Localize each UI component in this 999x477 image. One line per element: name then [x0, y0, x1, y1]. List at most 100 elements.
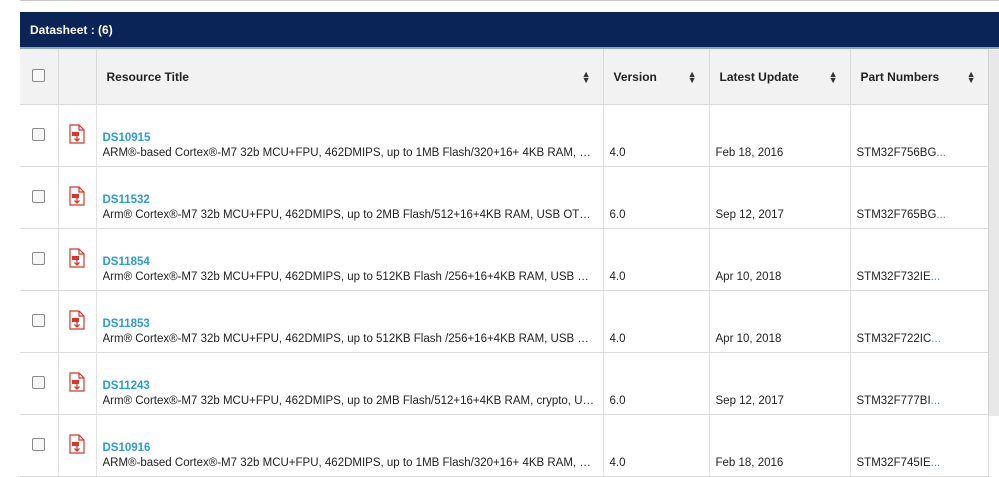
latest-update-cell: Apr 10, 2018 [709, 290, 851, 353]
resource-title-cell: DS11243 Arm® Cortex®-M7 32b MCU+FPU, 462… [96, 352, 604, 415]
sort-icon[interactable]: ▲ ▼ [582, 69, 591, 84]
resource-link[interactable]: DS10916 [103, 442, 597, 454]
part-numbers-cell: STM32F777BI... [850, 352, 989, 415]
resource-description: ARM®-based Cortex®-M7 32b MCU+FPU, 462DM… [102, 457, 597, 469]
header-resource-title[interactable]: Resource Title ▲ ▼ [96, 49, 604, 105]
table-row: DS10916 ARM®-based Cortex®-M7 32b MCU+FP… [20, 414, 989, 477]
resource-title-cell: DS10915 ARM®-based Cortex®-M7 32b MCU+FP… [96, 104, 604, 167]
header-part-numbers[interactable]: Part Numbers ▲ ▼ [850, 49, 989, 105]
resource-link[interactable]: DS11853 [103, 318, 597, 330]
part-number: STM32F722IC [856, 333, 932, 345]
row-checkbox[interactable] [32, 313, 46, 327]
vertical-scrollbar[interactable] [988, 50, 999, 416]
resource-description: Arm® Cortex®-M7 32b MCU+FPU, 462DMIPS, u… [102, 333, 597, 345]
version-cell: 4.0 [603, 228, 710, 291]
part-number: STM32F777BI [856, 395, 931, 407]
pdf-cell [58, 352, 97, 415]
icon-column-header [58, 49, 97, 105]
pdf-cell [58, 166, 97, 229]
datasheet-table: Resource Title ▲ ▼ Version ▲ ▼ Latest Upda… [20, 49, 989, 477]
table-row: DS11854 Arm® Cortex®-M7 32b MCU+FPU, 462… [20, 228, 989, 291]
part-number: STM32F765BG [856, 209, 937, 221]
latest-update-cell: Sep 12, 2017 [709, 166, 851, 229]
select-all-checkbox[interactable] [32, 68, 46, 82]
pdf-cell [58, 414, 97, 477]
more-parts-link[interactable]: ... [936, 209, 946, 221]
pdf-cell [58, 228, 97, 291]
resource-link[interactable]: DS11854 [103, 256, 597, 268]
row-checkbox[interactable] [32, 189, 46, 203]
header-resource-title-label: Resource Title [106, 69, 189, 84]
version-cell: 6.0 [603, 166, 710, 229]
part-numbers-cell: STM32F745IE... [850, 414, 989, 477]
pdf-download-icon[interactable] [69, 124, 85, 147]
datasheet-panel: Datasheet : (6) Resource Title ▲ ▼ Versio… [20, 12, 999, 477]
table-row: DS11243 Arm® Cortex®-M7 32b MCU+FPU, 462… [20, 352, 989, 415]
part-numbers-cell: STM32F732IE... [850, 228, 989, 291]
version-cell: 4.0 [603, 104, 710, 167]
header-version[interactable]: Version ▲ ▼ [603, 49, 710, 105]
resource-description: ARM®-based Cortex®-M7 32b MCU+FPU, 462DM… [102, 147, 597, 159]
row-select-cell [20, 166, 59, 229]
pdf-download-icon[interactable] [69, 372, 85, 395]
header-latest-update[interactable]: Latest Update ▲ ▼ [709, 49, 851, 105]
resource-description: Arm® Cortex®-M7 32b MCU+FPU, 462DMIPS, u… [102, 209, 597, 221]
resource-title-cell: DS10916 ARM®-based Cortex®-M7 32b MCU+FP… [96, 414, 604, 477]
resource-link[interactable]: DS10915 [103, 132, 597, 144]
latest-update-cell: Apr 10, 2018 [709, 228, 851, 291]
row-checkbox[interactable] [32, 127, 46, 141]
resource-link[interactable]: DS11243 [103, 380, 597, 392]
part-number: STM32F732IE [856, 271, 931, 283]
latest-update-cell: Sep 12, 2017 [709, 352, 851, 415]
sort-icon[interactable]: ▲ ▼ [688, 69, 697, 84]
row-select-cell [20, 414, 59, 477]
table-header-row: Resource Title ▲ ▼ Version ▲ ▼ Latest Upda… [20, 49, 989, 105]
row-checkbox[interactable] [32, 375, 46, 389]
pdf-download-icon[interactable] [69, 186, 85, 209]
version-cell: 4.0 [603, 290, 710, 353]
pdf-download-icon[interactable] [69, 310, 85, 333]
part-numbers-cell: STM32F756BG... [850, 104, 989, 167]
more-parts-link[interactable]: ... [931, 395, 941, 407]
row-checkbox[interactable] [32, 437, 46, 451]
more-parts-link[interactable]: ... [931, 333, 941, 345]
row-select-cell [20, 104, 59, 167]
panel-title: Datasheet : (6) [30, 22, 113, 37]
part-numbers-cell: STM32F765BG... [850, 166, 989, 229]
pdf-download-icon[interactable] [69, 434, 85, 457]
select-all-cell [20, 49, 59, 105]
row-select-cell [20, 290, 59, 353]
more-parts-link[interactable]: ... [931, 271, 941, 283]
header-latest-update-label: Latest Update [719, 69, 799, 84]
resource-title-cell: DS11854 Arm® Cortex®-M7 32b MCU+FPU, 462… [96, 228, 604, 291]
more-parts-link[interactable]: ... [931, 457, 941, 469]
part-numbers-cell: STM32F722IC... [850, 290, 989, 353]
header-part-numbers-label: Part Numbers [860, 69, 940, 84]
table-row: DS10915 ARM®-based Cortex®-M7 32b MCU+FP… [20, 104, 989, 167]
pdf-cell [58, 104, 97, 167]
header-version-label: Version [613, 69, 657, 84]
pdf-cell [58, 290, 97, 353]
latest-update-cell: Feb 18, 2016 [709, 414, 851, 477]
resource-title-cell: DS11853 Arm® Cortex®-M7 32b MCU+FPU, 462… [96, 290, 604, 353]
top-divider [20, 0, 999, 1]
sort-icon[interactable]: ▲ ▼ [829, 69, 838, 84]
resource-title-cell: DS11532 Arm® Cortex®-M7 32b MCU+FPU, 462… [96, 166, 604, 229]
version-cell: 4.0 [603, 414, 710, 477]
pdf-download-icon[interactable] [69, 248, 85, 271]
row-checkbox[interactable] [32, 251, 46, 265]
part-number: STM32F745IE [856, 457, 931, 469]
table-row: DS11853 Arm® Cortex®-M7 32b MCU+FPU, 462… [20, 290, 989, 353]
more-parts-link[interactable]: ... [936, 147, 946, 159]
sort-icon[interactable]: ▲ ▼ [967, 69, 976, 84]
version-cell: 6.0 [603, 352, 710, 415]
resource-description: Arm® Cortex®-M7 32b MCU+FPU, 462DMIPS, u… [102, 271, 597, 283]
row-select-cell [20, 228, 59, 291]
resource-link[interactable]: DS11532 [103, 194, 597, 206]
resource-description: Arm® Cortex®-M7 32b MCU+FPU, 462DMIPS, u… [102, 395, 597, 407]
panel-header: Datasheet : (6) [20, 12, 999, 49]
part-number: STM32F756BG [856, 147, 937, 159]
latest-update-cell: Feb 18, 2016 [709, 104, 851, 167]
table-row: DS11532 Arm® Cortex®-M7 32b MCU+FPU, 462… [20, 166, 989, 229]
row-select-cell [20, 352, 59, 415]
